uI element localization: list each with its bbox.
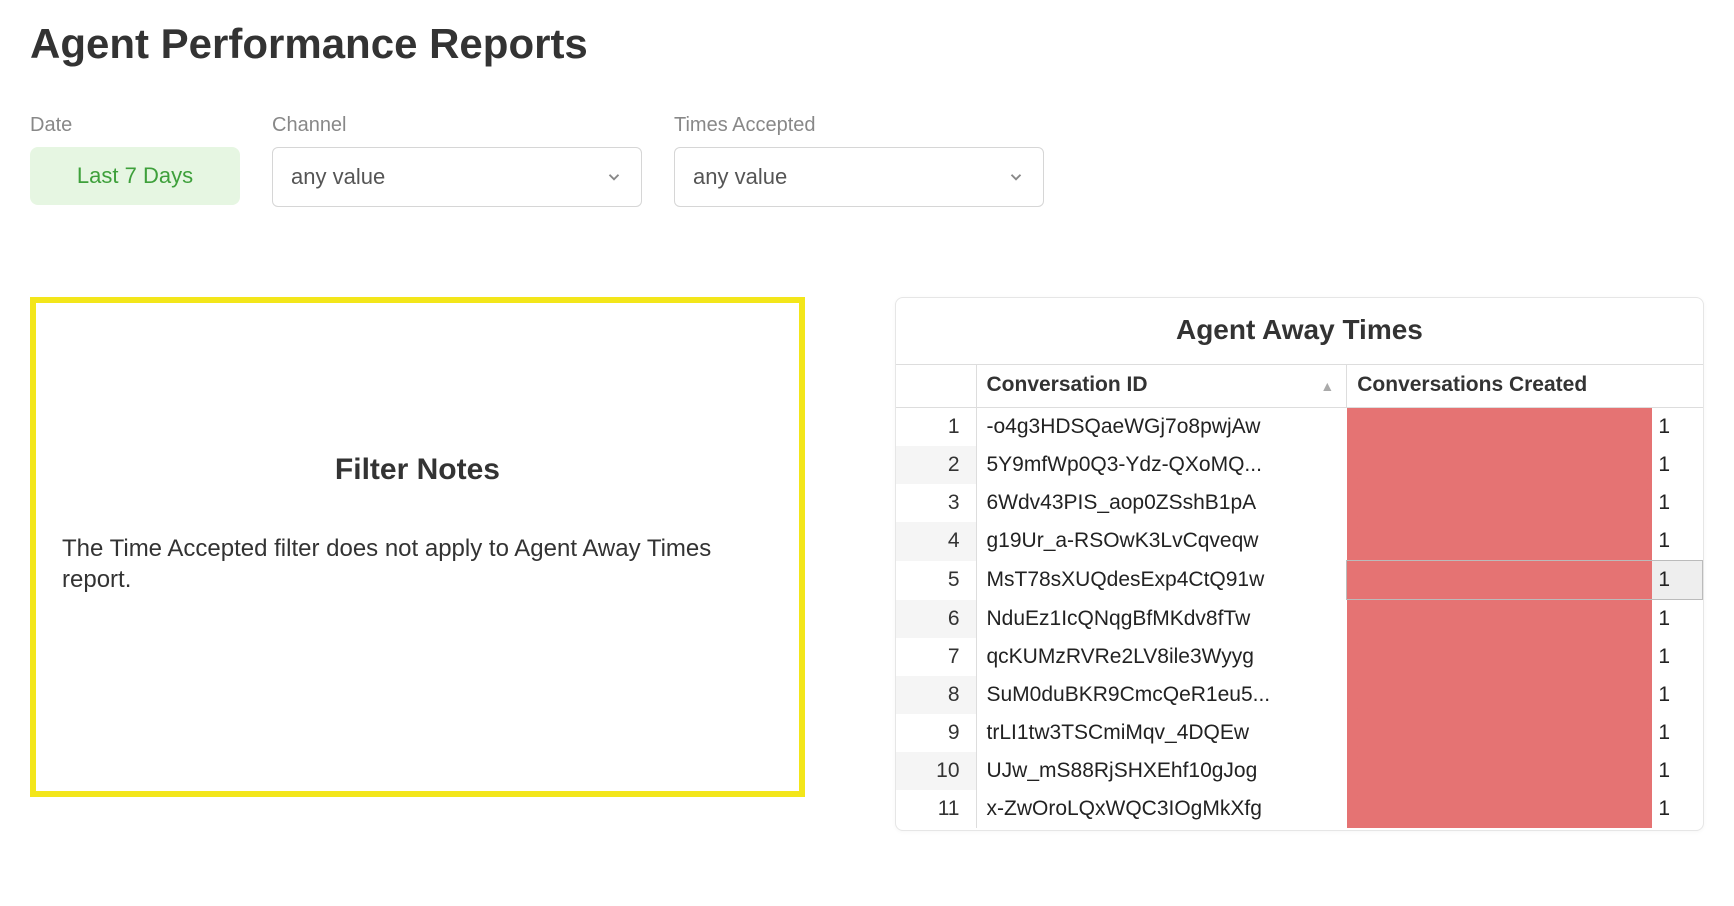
- conversation-id-cell: 6Wdv43PIS_aop0ZSshB1pA: [976, 484, 1347, 522]
- conversations-created-bar: [1347, 408, 1653, 447]
- conversations-created-bar: [1347, 484, 1653, 522]
- row-index: 1: [896, 408, 976, 447]
- conversations-created-bar: [1347, 714, 1653, 752]
- row-index: 8: [896, 676, 976, 714]
- conversation-id-cell: g19Ur_a-RSOwK3LvCqveqw: [976, 522, 1347, 561]
- table-row[interactable]: 7qcKUMzRVRe2LV8ile3Wyyg 1: [896, 638, 1703, 676]
- filter-date-label: Date: [30, 114, 240, 137]
- conversations-created-count: 1: [1652, 600, 1702, 639]
- chevron-down-icon: [605, 168, 623, 186]
- conversation-id-cell: trLI1tw3TSCmiMqv_4DQEw: [976, 714, 1347, 752]
- conversations-created-count: 1: [1652, 561, 1702, 600]
- row-index: 11: [896, 790, 976, 828]
- filter-times-group: Times Accepted any value: [674, 114, 1044, 207]
- conversations-created-count: 1: [1652, 714, 1702, 752]
- sort-ascending-icon: ▲: [1320, 378, 1334, 394]
- conversations-created-bar: [1347, 446, 1653, 484]
- table-row[interactable]: 11x-ZwOroLQxWQC3IOgMkXfg 1: [896, 790, 1703, 828]
- conversations-created-count: 1: [1652, 790, 1702, 828]
- column-conversation-id-label: Conversation ID: [987, 373, 1148, 396]
- table-row[interactable]: 8SuM0duBKR9CmcQeR1eu5... 1: [896, 676, 1703, 714]
- away-times-table: Conversation ID ▲ Conversations Created …: [896, 364, 1703, 828]
- conversations-created-bar: [1347, 752, 1653, 790]
- conversations-created-count: 1: [1652, 408, 1702, 447]
- conversations-created-bar: [1347, 561, 1653, 600]
- filter-channel-value: any value: [291, 164, 385, 190]
- conversations-created-bar: [1347, 600, 1653, 639]
- filter-notes-body: The Time Accepted filter does not apply …: [62, 533, 773, 595]
- filter-notes-title: Filter Notes: [62, 453, 773, 487]
- filters-row: Date Last 7 Days Channel any value Times…: [30, 114, 1704, 207]
- row-index-header: [896, 365, 976, 408]
- conversations-created-count: 1: [1652, 484, 1702, 522]
- conversations-created-bar: [1347, 522, 1653, 561]
- conversation-id-cell: MsT78sXUQdesExp4CtQ91w: [976, 561, 1347, 600]
- filter-times-select[interactable]: any value: [674, 147, 1044, 207]
- row-index: 5: [896, 561, 976, 600]
- conversation-id-cell: qcKUMzRVRe2LV8ile3Wyyg: [976, 638, 1347, 676]
- table-row[interactable]: 10UJw_mS88RjSHXEhf10gJog 1: [896, 752, 1703, 790]
- table-row[interactable]: 4g19Ur_a-RSOwK3LvCqveqw 1: [896, 522, 1703, 561]
- content-row: Filter Notes The Time Accepted filter do…: [30, 297, 1704, 831]
- conversation-id-cell: SuM0duBKR9CmcQeR1eu5...: [976, 676, 1347, 714]
- conversation-id-cell: 5Y9mfWp0Q3-Ydz-QXoMQ...: [976, 446, 1347, 484]
- conversations-created-count: 1: [1652, 522, 1702, 561]
- chevron-down-icon: [1007, 168, 1025, 186]
- row-index: 10: [896, 752, 976, 790]
- column-conversation-id[interactable]: Conversation ID ▲: [976, 365, 1347, 408]
- conversation-id-cell: NduEz1IcQNqgBfMKdv8fTw: [976, 600, 1347, 639]
- table-row[interactable]: 25Y9mfWp0Q3-Ydz-QXoMQ... 1: [896, 446, 1703, 484]
- filter-date-group: Date Last 7 Days: [30, 114, 240, 207]
- filter-channel-group: Channel any value: [272, 114, 642, 207]
- table-row[interactable]: 6NduEz1IcQNqgBfMKdv8fTw 1: [896, 600, 1703, 639]
- table-row[interactable]: 1-o4g3HDSQaeWGj7o8pwjAw1: [896, 408, 1703, 447]
- table-row[interactable]: 36Wdv43PIS_aop0ZSshB1pA 1: [896, 484, 1703, 522]
- filter-date-button[interactable]: Last 7 Days: [30, 147, 240, 205]
- row-index: 2: [896, 446, 976, 484]
- column-conversations-created-label: Conversations Created: [1357, 373, 1587, 396]
- row-index: 3: [896, 484, 976, 522]
- conversations-created-bar: [1347, 638, 1653, 676]
- conversations-created-bar: [1347, 790, 1653, 828]
- away-times-title: Agent Away Times: [896, 298, 1703, 364]
- filter-times-label: Times Accepted: [674, 114, 1044, 137]
- filter-notes-card: Filter Notes The Time Accepted filter do…: [30, 297, 805, 797]
- filter-channel-label: Channel: [272, 114, 642, 137]
- row-index: 4: [896, 522, 976, 561]
- filter-times-value: any value: [693, 164, 787, 190]
- row-index: 9: [896, 714, 976, 752]
- conversation-id-cell: -o4g3HDSQaeWGj7o8pwjAw: [976, 408, 1347, 447]
- conversations-created-count: 1: [1652, 676, 1702, 714]
- conversations-created-bar: [1347, 676, 1653, 714]
- conversation-id-cell: x-ZwOroLQxWQC3IOgMkXfg: [976, 790, 1347, 828]
- conversations-created-count: 1: [1652, 446, 1702, 484]
- page-title: Agent Performance Reports: [30, 20, 1704, 68]
- table-row[interactable]: 9trLI1tw3TSCmiMqv_4DQEw 1: [896, 714, 1703, 752]
- filter-channel-select[interactable]: any value: [272, 147, 642, 207]
- away-times-card: Agent Away Times Conversation ID ▲ Conve…: [895, 297, 1704, 831]
- conversations-created-count: 1: [1652, 752, 1702, 790]
- table-row[interactable]: 5MsT78sXUQdesExp4CtQ91w 1: [896, 561, 1703, 600]
- column-conversations-created[interactable]: Conversations Created: [1347, 365, 1703, 408]
- row-index: 6: [896, 600, 976, 639]
- row-index: 7: [896, 638, 976, 676]
- conversation-id-cell: UJw_mS88RjSHXEhf10gJog: [976, 752, 1347, 790]
- conversations-created-count: 1: [1652, 638, 1702, 676]
